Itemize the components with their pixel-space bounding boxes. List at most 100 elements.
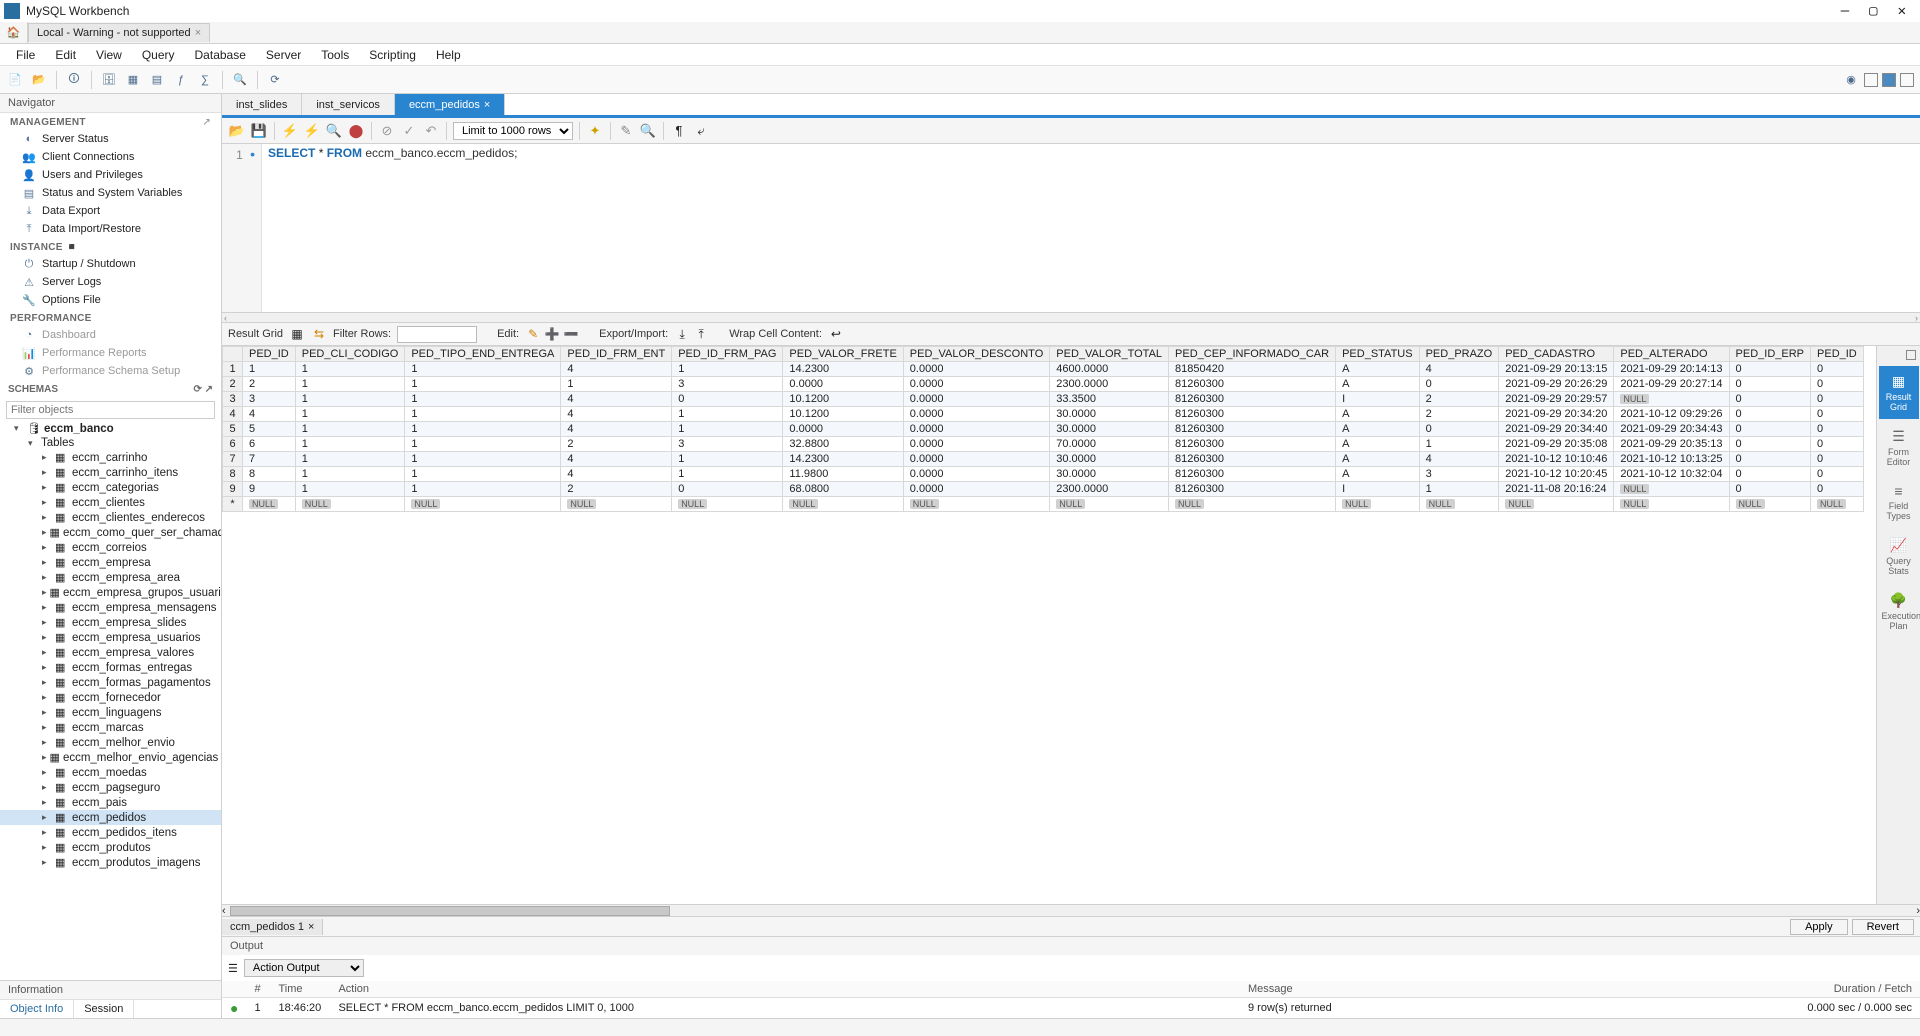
data-row[interactable]: 44114110.12000.000030.000081260300A22021… [223, 407, 1864, 422]
search-icon[interactable]: 🔍 [231, 71, 249, 89]
table-row[interactable]: ▸▦eccm_empresa_mensagens [0, 600, 221, 615]
schema-tables-row[interactable]: ▾Tables [0, 436, 221, 450]
options-file-item[interactable]: 🔧Options File [0, 291, 221, 309]
table-row[interactable]: ▸▦eccm_melhor_envio_agencias [0, 750, 221, 765]
grid-icon[interactable]: ▦ [289, 326, 305, 342]
column-header[interactable]: PED_PRAZO [1419, 347, 1499, 362]
result-subtab[interactable]: ccm_pedidos 1× [222, 919, 323, 935]
table-row[interactable]: ▸▦eccm_empresa_area [0, 570, 221, 585]
toggle-invisible-icon[interactable]: ¶ [670, 122, 688, 140]
data-row[interactable]: 33114010.12000.000033.350081260300I22021… [223, 392, 1864, 407]
table-row[interactable]: ▸▦eccm_linguagens [0, 705, 221, 720]
column-header[interactable]: PED_ALTERADO [1614, 347, 1729, 362]
table-row[interactable]: ▸▦eccm_pagseguro [0, 780, 221, 795]
open-file-icon[interactable]: 📂 [228, 122, 246, 140]
reconnect-icon[interactable]: ⟳ [266, 71, 284, 89]
table-row[interactable]: ▸▦eccm_como_quer_ser_chamado [0, 525, 221, 540]
column-header[interactable]: PED_ID [243, 347, 296, 362]
output-type-select[interactable]: Action Output [244, 959, 364, 977]
layout-right-button[interactable] [1900, 73, 1914, 87]
client-connections-item[interactable]: 👥Client Connections [0, 148, 221, 166]
table-row[interactable]: ▸▦eccm_empresa [0, 555, 221, 570]
filter-rows-input[interactable] [397, 326, 477, 343]
object-info-tab[interactable]: Object Info [0, 1000, 74, 1018]
table-row[interactable]: ▸▦eccm_produtos_imagens [0, 855, 221, 870]
editor-scrollbar[interactable]: ‹› [222, 312, 1920, 322]
side-panel-execution-plan[interactable]: 🌳Execution Plan [1879, 585, 1919, 638]
dashboard-item[interactable]: ◔Dashboard [0, 326, 221, 344]
startup-shutdown-item[interactable]: ⏻Startup / Shutdown [0, 255, 221, 273]
column-header[interactable]: PED_CEP_INFORMADO_CAR [1169, 347, 1336, 362]
result-grid-scroll[interactable]: PED_IDPED_CLI_CODIGOPED_TIPO_END_ENTREGA… [222, 346, 1876, 904]
panel-toggle-icon[interactable] [1906, 350, 1916, 360]
new-view-icon[interactable]: ▤ [148, 71, 166, 89]
table-row[interactable]: ▸▦eccm_produtos [0, 840, 221, 855]
status-variables-item[interactable]: ▤Status and System Variables [0, 184, 221, 202]
revert-button[interactable]: Revert [1852, 919, 1914, 935]
dashboard-icon[interactable]: ◉ [1842, 71, 1860, 89]
table-row[interactable]: ▸▦eccm_melhor_envio [0, 735, 221, 750]
save-icon[interactable]: 💾 [250, 122, 268, 140]
new-schema-icon[interactable]: 🗄 [100, 71, 118, 89]
server-status-item[interactable]: ◐Server Status [0, 130, 221, 148]
menu-database[interactable]: Database [185, 45, 256, 65]
data-row[interactable]: 11114114.23000.00004600.000081850420A420… [223, 362, 1864, 377]
limit-rows-select[interactable]: Limit to 1000 rows [453, 122, 573, 140]
commit-icon[interactable]: ✓ [400, 122, 418, 140]
side-panel-form-editor[interactable]: ☰Form Editor [1879, 421, 1919, 474]
find-icon[interactable]: ✎ [617, 122, 635, 140]
result-hscroll[interactable]: ‹› [222, 904, 1920, 916]
column-header[interactable]: PED_TIPO_END_ENTREGA [405, 347, 561, 362]
column-header[interactable]: PED_VALOR_FRETE [783, 347, 903, 362]
add-row-icon[interactable]: ➕ [544, 326, 560, 342]
execute-current-icon[interactable]: ⚡ [303, 122, 321, 140]
perf-schema-setup-item[interactable]: ⚙Performance Schema Setup [0, 362, 221, 380]
output-type-icon[interactable]: ☰ [228, 962, 238, 975]
toggle-autocommit-icon[interactable]: ⊘ [378, 122, 396, 140]
table-row[interactable]: ▸▦eccm_formas_pagamentos [0, 675, 221, 690]
open-sql-icon[interactable]: 📂 [30, 71, 48, 89]
table-row[interactable]: ▸▦eccm_formas_entregas [0, 660, 221, 675]
explain-icon[interactable]: 🔍 [325, 122, 343, 140]
side-panel-field-types[interactable]: ≡Field Types [1879, 476, 1919, 528]
query-tab-inst-slides[interactable]: inst_slides [222, 94, 302, 115]
menu-query[interactable]: Query [132, 45, 185, 65]
schema-db-row[interactable]: ▾🛢eccm_banco [0, 421, 221, 436]
side-panel-query-stats[interactable]: 📈Query Stats [1879, 530, 1919, 583]
column-header[interactable]: PED_CADASTRO [1499, 347, 1614, 362]
close-icon[interactable]: × [484, 99, 490, 111]
query-tab-inst-servicos[interactable]: inst_servicos [302, 94, 395, 115]
maximize-button[interactable]: ▢ [1869, 3, 1877, 19]
table-row[interactable]: ▸▦eccm_clientes [0, 495, 221, 510]
search-icon[interactable]: 🔍 [639, 122, 657, 140]
expand-icon[interactable]: ↗ [205, 384, 213, 395]
table-row[interactable]: ▸▦eccm_empresa_valores [0, 645, 221, 660]
column-header[interactable]: PED_VALOR_TOTAL [1050, 347, 1169, 362]
import-icon[interactable]: ⤒ [693, 326, 709, 342]
column-header[interactable]: PED_VALOR_DESCONTO [903, 347, 1049, 362]
filter-toggle-icon[interactable]: ⇆ [311, 326, 327, 342]
connection-tab[interactable]: Local - Warning - not supported × [28, 23, 210, 42]
close-icon[interactable]: × [195, 27, 201, 39]
table-row[interactable]: ▸▦eccm_moedas [0, 765, 221, 780]
minimize-button[interactable]: — [1841, 3, 1849, 19]
editor-code[interactable]: SELECT * FROM eccm_banco.eccm_pedidos; [262, 144, 523, 312]
menu-scripting[interactable]: Scripting [359, 45, 426, 65]
new-row[interactable]: *NULLNULLNULLNULLNULLNULLNULLNULLNULLNUL… [223, 497, 1864, 512]
delete-row-icon[interactable]: ➖ [563, 326, 579, 342]
server-logs-item[interactable]: ⚠Server Logs [0, 273, 221, 291]
layout-bottom-button[interactable] [1882, 73, 1896, 87]
layout-left-button[interactable] [1864, 73, 1878, 87]
menu-file[interactable]: File [6, 45, 45, 65]
table-row[interactable]: ▸▦eccm_fornecedor [0, 690, 221, 705]
column-header[interactable]: PED_ID_ERP [1729, 347, 1810, 362]
table-row[interactable]: ▸▦eccm_clientes_enderecos [0, 510, 221, 525]
column-header[interactable]: PED_ID_FRM_ENT [561, 347, 672, 362]
data-row[interactable]: 66112332.88000.000070.000081260300A12021… [223, 437, 1864, 452]
stop-icon[interactable]: ⬤ [347, 122, 365, 140]
apply-button[interactable]: Apply [1790, 919, 1848, 935]
data-row[interactable]: 5511410.00000.000030.000081260300A02021-… [223, 422, 1864, 437]
table-row[interactable]: ▸▦eccm_empresa_grupos_usuarios [0, 585, 221, 600]
table-row[interactable]: ▸▦eccm_categorias [0, 480, 221, 495]
close-icon[interactable]: × [308, 921, 314, 933]
